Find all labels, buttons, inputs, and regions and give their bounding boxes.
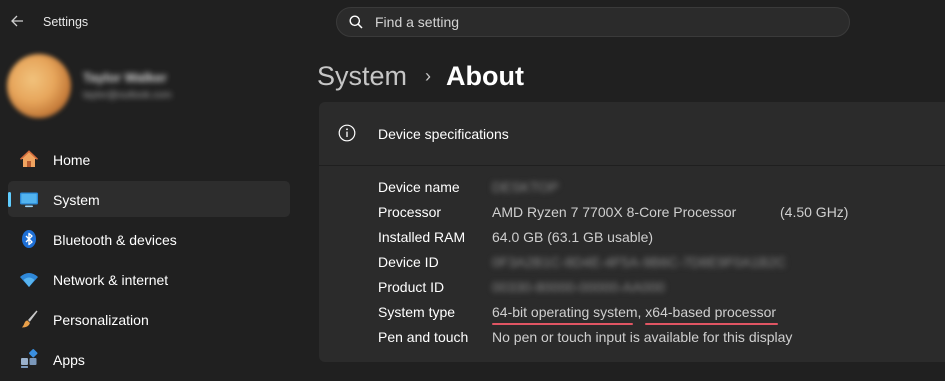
spec-row-installed-ram: Installed RAM 64.0 GB (63.1 GB usable) [378, 229, 938, 249]
spec-value-clock-speed: (4.50 GHz) [780, 204, 849, 220]
spec-label: Processor [378, 204, 442, 220]
sidebar-item-label: Personalization [53, 312, 149, 328]
spec-row-product-id: Product ID 00330-80000-00000-AA000 [378, 279, 938, 299]
spec-value: No pen or touch input is available for t… [492, 329, 793, 345]
active-indicator [8, 192, 11, 207]
user-profile[interactable]: Taylor Walker taylor@outlook.com [5, 52, 295, 122]
search-icon [349, 15, 363, 29]
sidebar-item-bluetooth-devices[interactable]: Bluetooth & devices [8, 221, 290, 257]
spec-label: Installed RAM [378, 229, 466, 245]
breadcrumb-separator: › [425, 65, 432, 86]
avatar [7, 54, 71, 118]
search-box[interactable] [336, 7, 850, 37]
sidebar-item-label: Apps [53, 352, 85, 368]
device-specifications-card: Device specifications Device name DESKTO… [319, 102, 945, 362]
spec-value: 64-bit operating system, x64-based proce… [492, 304, 777, 320]
info-icon [338, 124, 356, 142]
spec-value: DESKTOP [492, 179, 559, 195]
card-title: Device specifications [378, 126, 509, 142]
spec-value: 64.0 GB (63.1 GB usable) [492, 229, 654, 245]
spec-label: Product ID [378, 279, 445, 295]
sidebar-item-personalization[interactable]: Personalization [8, 301, 290, 337]
spec-label: System type [378, 304, 456, 320]
sidebar-item-label: Home [53, 152, 91, 168]
back-arrow-icon [10, 15, 23, 27]
system-display-icon [19, 189, 39, 209]
app-title: Settings [43, 15, 89, 29]
highlight-underline-processor [645, 323, 778, 325]
spec-row-device-id: Device ID 0F3A2B1C-8D4E-4F5A-9B6C-7D8E9F… [378, 254, 938, 274]
home-icon [19, 149, 39, 169]
apps-icon [19, 349, 39, 369]
sidebar-nav: Home System Bluetooth & devices Network … [8, 141, 290, 381]
back-button[interactable] [8, 10, 26, 32]
spec-value: 0F3A2B1C-8D4E-4F5A-9B6C-7D8E9F0A1B2C [492, 254, 787, 270]
spec-value: AMD Ryzen 7 7700X 8-Core Processor [492, 204, 737, 220]
highlight-underline-os [492, 323, 633, 325]
title-bar: Settings [0, 0, 945, 44]
spec-label: Device name [378, 179, 460, 195]
sidebar-item-label: Network & internet [53, 272, 169, 288]
spec-value: 00330-80000-00000-AA000 [492, 279, 665, 295]
wifi-icon [19, 269, 39, 289]
paintbrush-icon [19, 309, 39, 329]
breadcrumb-parent[interactable]: System [317, 61, 407, 92]
sidebar-item-label: System [53, 192, 100, 208]
sidebar-item-apps[interactable]: Apps [8, 341, 290, 377]
profile-email: taylor@outlook.com [83, 90, 172, 101]
spec-row-device-name: Device name DESKTOP [378, 179, 938, 199]
spec-row-system-type: System type 64-bit operating system, x64… [378, 304, 938, 325]
sidebar-item-label: Bluetooth & devices [53, 232, 177, 248]
bluetooth-icon [19, 229, 39, 249]
card-header[interactable]: Device specifications [319, 102, 945, 166]
spec-row-processor: Processor AMD Ryzen 7 7700X 8-Core Proce… [378, 204, 938, 224]
breadcrumb: System › About [317, 56, 524, 96]
sidebar-item-system[interactable]: System [8, 181, 290, 217]
spec-row-pen-touch: Pen and touch No pen or touch input is a… [378, 329, 938, 349]
spec-label: Device ID [378, 254, 439, 270]
sidebar-item-home[interactable]: Home [8, 141, 290, 177]
page-title: About [446, 60, 524, 91]
spec-label: Pen and touch [378, 329, 469, 345]
search-input[interactable] [375, 8, 815, 36]
sidebar-item-network-internet[interactable]: Network & internet [8, 261, 290, 297]
profile-name: Taylor Walker [83, 70, 167, 85]
